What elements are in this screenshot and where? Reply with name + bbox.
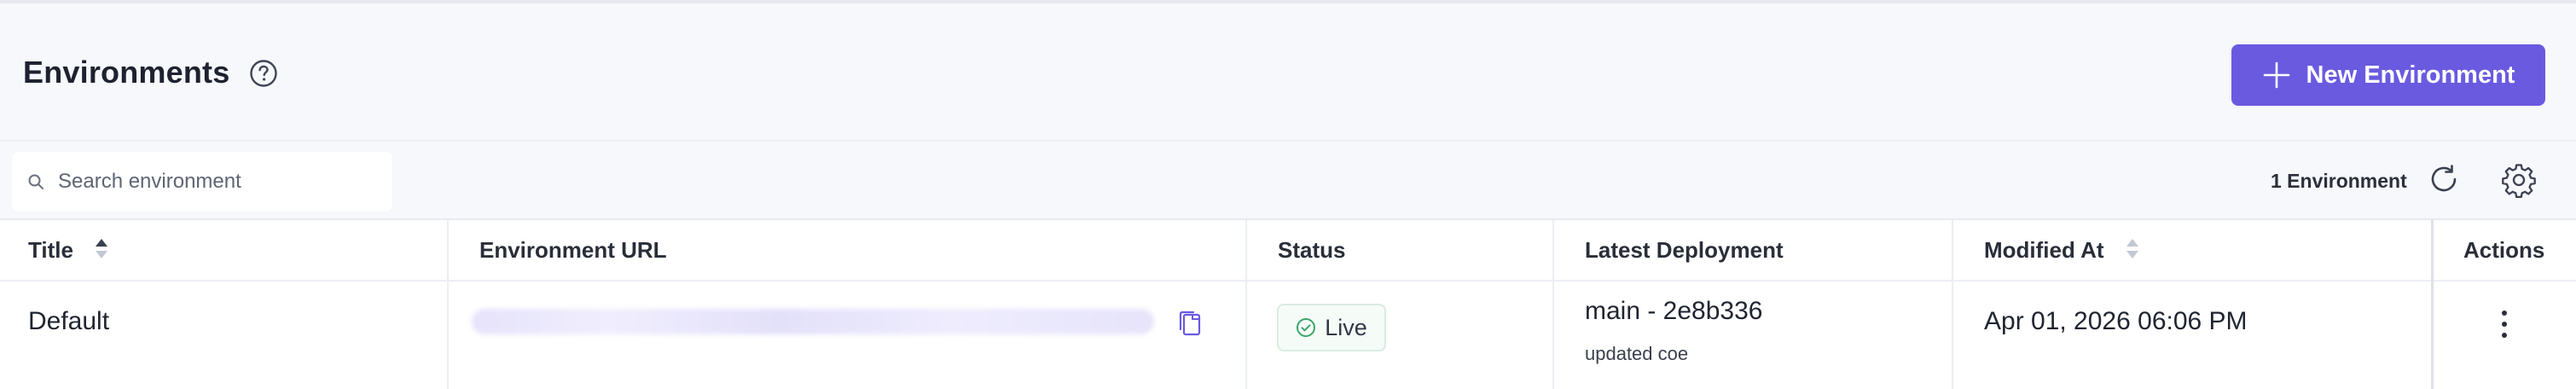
environment-count: 1 Environment: [2271, 170, 2407, 192]
deployment-note: updated coe: [1585, 343, 1689, 364]
column-header-environment-url: Environment URL: [479, 236, 667, 263]
search-input[interactable]: [56, 169, 384, 194]
search-box: [12, 152, 392, 212]
modified-at-value: Apr 01, 2026 06:06 PM: [1984, 307, 2248, 335]
row-title: Default: [28, 307, 110, 335]
column-divider: [2431, 220, 2434, 389]
plus-icon: [2263, 61, 2289, 89]
column-header-status: Status: [1278, 236, 1346, 263]
copy-icon[interactable]: [1177, 309, 1203, 338]
column-header-latest-deployment: Latest Deployment: [1585, 236, 1784, 263]
page-header: Environments New Environment: [0, 3, 2576, 140]
kebab-menu-icon[interactable]: [2496, 311, 2513, 345]
table-header: Title Environment URL Status Latest Depl…: [0, 220, 2576, 282]
column-divider: [1552, 220, 1554, 389]
status-label: Live: [1325, 314, 1367, 340]
deployment-branch: main - 2e8b336: [1585, 297, 1763, 325]
status-badge: Live: [1277, 304, 1386, 351]
page-title: Environments: [23, 55, 230, 90]
column-divider: [1245, 220, 1247, 389]
toolbar: 1 Environment: [0, 140, 2576, 220]
environment-url-redacted: [472, 309, 1154, 334]
sort-icon[interactable]: [95, 239, 107, 261]
search-icon: [28, 174, 44, 189]
column-header-actions: Actions: [2463, 236, 2545, 263]
help-circle-icon[interactable]: [249, 59, 278, 88]
check-circle-icon: [1297, 318, 1316, 337]
column-divider: [447, 220, 449, 389]
refresh-icon[interactable]: [2427, 162, 2461, 196]
column-header-title[interactable]: Title: [28, 220, 107, 280]
environments-table: Title Environment URL Status Latest Depl…: [0, 218, 2576, 389]
new-environment-label: New Environment: [2306, 61, 2515, 89]
column-header-modified-at[interactable]: Modified At: [1984, 220, 2138, 280]
new-environment-button[interactable]: New Environment: [2231, 44, 2545, 106]
column-divider: [1952, 220, 1953, 389]
gear-icon[interactable]: [2501, 162, 2537, 198]
sort-icon[interactable]: [2126, 239, 2138, 261]
